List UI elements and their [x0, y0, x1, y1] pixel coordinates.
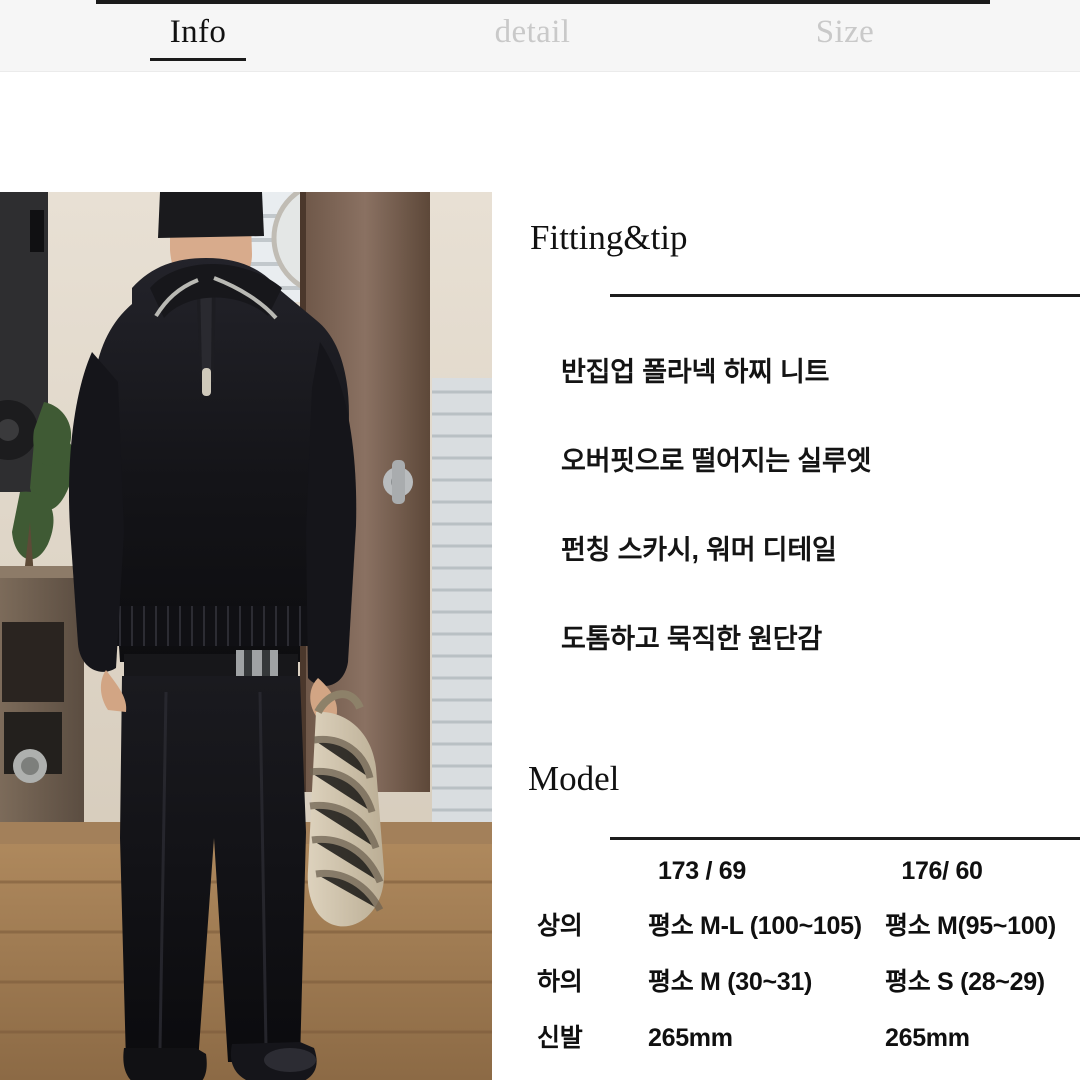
model-divider: [610, 837, 1080, 840]
tab-detail[interactable]: detail: [455, 12, 610, 52]
model-cell-shoes-a: 265mm: [648, 1024, 733, 1052]
model-cell-top-a: 평소 M-L (100~105): [648, 912, 862, 940]
info-panel: Fitting&tip 반집업 폴라넥 하찌 니트 오버핏으로 떨어지는 실루엣…: [492, 72, 1080, 1080]
fitting-tip-divider: [610, 294, 1080, 297]
tab-size[interactable]: Size: [775, 12, 915, 52]
model-cell-top-b: 평소 M(95~100): [885, 912, 1056, 940]
tab-active-indicator: [150, 58, 246, 61]
tab-bar: Info detail Size: [0, 0, 1080, 72]
fitting-tip-line: 펀칭 스카시, 워머 디테일: [561, 535, 837, 565]
fitting-tip-heading: Fitting&tip: [530, 218, 688, 257]
fitting-tip-line: 오버핏으로 떨어지는 실루엣: [561, 446, 872, 476]
model-heading: Model: [528, 759, 620, 798]
product-photo: [0, 192, 492, 1080]
fitting-tip-line: 반집업 폴라넥 하찌 니트: [561, 357, 830, 387]
tab-bar-top-rule: [96, 0, 990, 4]
model-row-label-top: 상의: [537, 912, 583, 940]
tab-info[interactable]: Info: [140, 12, 256, 52]
model-cell-bottom-a: 평소 M (30~31): [648, 968, 812, 996]
model-row-label-shoes: 신발: [537, 1024, 583, 1052]
model-column-header-1: 173 / 69: [658, 857, 746, 885]
product-photo-artwork: [0, 192, 492, 1080]
model-cell-bottom-b: 평소 S (28~29): [885, 968, 1045, 996]
fitting-tip-line: 도톰하고 묵직한 원단감: [561, 624, 823, 654]
model-row-label-bottom: 하의: [537, 968, 583, 996]
model-cell-shoes-b: 265mm: [885, 1024, 970, 1052]
model-column-header-2: 176/ 60: [901, 857, 983, 885]
